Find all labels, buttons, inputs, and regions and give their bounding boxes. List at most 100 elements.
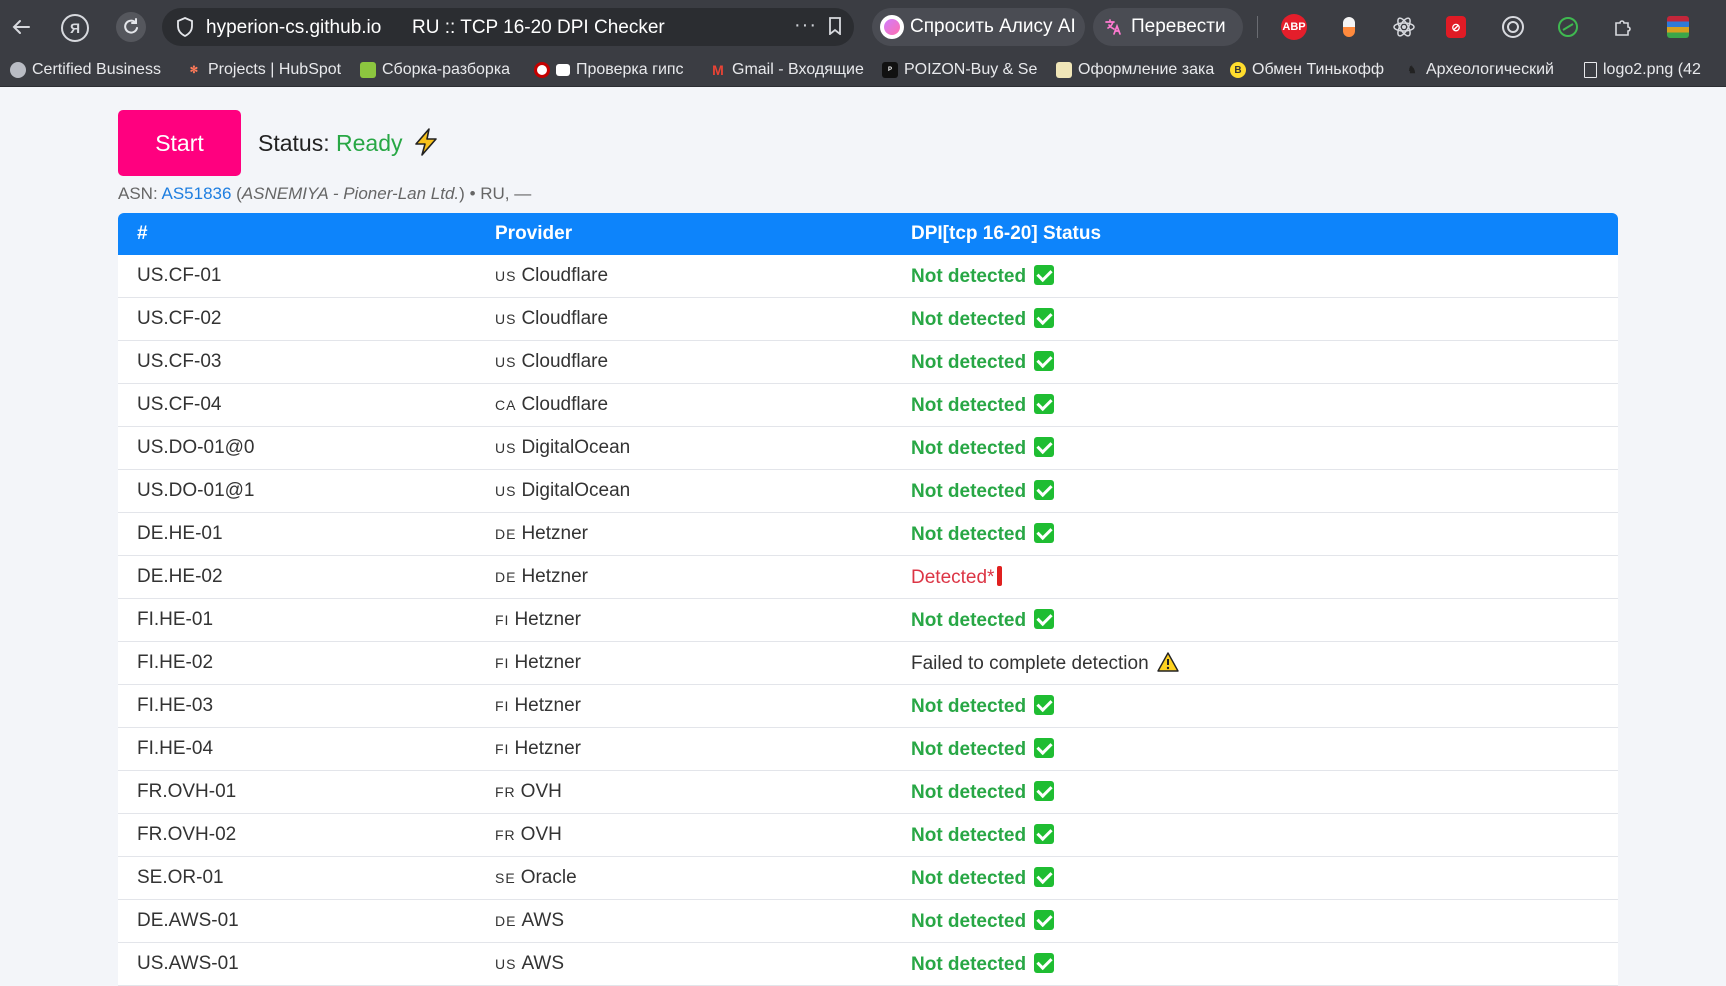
provider-name: DigitalOcean bbox=[521, 437, 631, 458]
block-extension-icon[interactable]: ⊘ bbox=[1446, 16, 1466, 38]
country-code: FI bbox=[495, 612, 510, 628]
cell-status: Not detected bbox=[892, 899, 1618, 943]
translate-label: Перевести bbox=[1131, 16, 1226, 37]
cell-provider: FR OVH bbox=[476, 770, 892, 814]
asn-link[interactable]: AS51836 bbox=[161, 184, 231, 203]
table-header-row: # Provider DPI[tcp 16-20] Status bbox=[118, 213, 1618, 255]
check-icon bbox=[1034, 264, 1055, 285]
cell-id: FI.HE-04 bbox=[118, 727, 476, 771]
bookmark-icon[interactable] bbox=[828, 17, 842, 35]
status-line: Status: Ready bbox=[258, 128, 439, 157]
react-devtools-icon[interactable] bbox=[1391, 14, 1417, 40]
cell-id: US.AWS-01 bbox=[118, 942, 476, 986]
status-text: Not detected bbox=[911, 910, 1027, 932]
cell-status: Not detected bbox=[892, 727, 1618, 771]
status-text: Not detected bbox=[911, 308, 1027, 330]
status-text: Not detected bbox=[911, 738, 1027, 760]
record-icon bbox=[534, 62, 550, 78]
bookmark-item[interactable]: P POIZON-Buy & Se bbox=[882, 58, 1038, 82]
check-icon bbox=[1034, 909, 1055, 930]
bookmark-item[interactable]: B Обмен Тинькофф bbox=[1230, 58, 1390, 82]
table-row: FI.HE-02 FI Hetzner Failed to complete dete… bbox=[118, 641, 1618, 685]
cell-id: DE.AWS-01 bbox=[118, 899, 476, 943]
cell-id: DE.HE-01 bbox=[118, 512, 476, 556]
check-icon bbox=[1034, 393, 1055, 414]
table-row: DE.AWS-01 DE AWS Not detected bbox=[118, 899, 1618, 943]
table-row: US.CF-02 US Cloudflare Not detected bbox=[118, 297, 1618, 341]
cell-id: US.CF-02 bbox=[118, 297, 476, 341]
yandex-icon[interactable]: Я bbox=[61, 14, 89, 42]
cell-provider: FI Hetzner bbox=[476, 684, 892, 728]
address-bar[interactable]: hyperion-cs.github.io RU :: TCP 16-20 DP… bbox=[162, 8, 854, 46]
cell-id: US.DO-01@1 bbox=[118, 469, 476, 513]
file-icon bbox=[1584, 62, 1597, 78]
cell-provider: DE AWS bbox=[476, 899, 892, 943]
bookmark-item[interactable]: M Gmail - Входящие bbox=[710, 58, 870, 82]
bookmark-item[interactable]: Сборка-разборка bbox=[360, 58, 520, 82]
bookmark-item[interactable]: ♞ Археологический bbox=[1404, 58, 1564, 82]
cell-status: Not detected bbox=[892, 297, 1618, 341]
bookmark-item[interactable]: Оформление зака bbox=[1056, 58, 1216, 82]
bookmark-item[interactable]: Certified Business bbox=[10, 58, 166, 82]
cell-provider: US DigitalOcean bbox=[476, 426, 892, 470]
cell-provider: FR OVH bbox=[476, 813, 892, 857]
translate-button[interactable]: Перевести bbox=[1093, 8, 1243, 46]
asn-info: ASN: AS51836 (ASNEMIYA - Pioner-Lan Ltd.… bbox=[118, 184, 532, 203]
check-icon bbox=[1034, 522, 1055, 543]
cell-status: Not detected bbox=[892, 942, 1618, 986]
results-table: # Provider DPI[tcp 16-20] Status US.CF-0… bbox=[118, 213, 1618, 986]
country-code: US bbox=[495, 956, 517, 972]
cell-id: FI.HE-03 bbox=[118, 684, 476, 728]
cell-status: Not detected bbox=[892, 469, 1618, 513]
cell-id: US.CF-04 bbox=[118, 383, 476, 427]
provider-name: AWS bbox=[521, 910, 565, 931]
table-row: DE.HE-01 DE Hetzner Not detected bbox=[118, 512, 1618, 556]
table-row: SE.OR-01 SE Oracle Not detected bbox=[118, 856, 1618, 900]
table-row: US.CF-01 US Cloudflare Not detected bbox=[118, 255, 1618, 298]
reload-icon[interactable] bbox=[116, 12, 146, 42]
order-icon bbox=[1056, 62, 1072, 78]
cell-id: FI.HE-01 bbox=[118, 598, 476, 642]
more-icon[interactable]: ··· bbox=[794, 14, 817, 37]
translate-icon bbox=[1101, 15, 1125, 39]
check-icon bbox=[1034, 737, 1055, 758]
back-arrow-icon[interactable] bbox=[6, 12, 36, 42]
check-icon bbox=[1034, 823, 1055, 844]
status-text: Not detected bbox=[911, 867, 1027, 889]
cell-status: Not detected bbox=[892, 512, 1618, 556]
country-code: US bbox=[495, 483, 517, 499]
cell-provider: FI Hetzner bbox=[476, 598, 892, 642]
vpn-extension-icon[interactable] bbox=[1555, 14, 1581, 40]
table-row: FR.OVH-01 FR OVH Not detected bbox=[118, 770, 1618, 814]
bookmark-item[interactable]: Проверка гипс bbox=[534, 58, 694, 82]
table-row: US.CF-04 CA Cloudflare Not detected bbox=[118, 383, 1618, 427]
extensions-puzzle-icon[interactable] bbox=[1610, 14, 1636, 40]
provider-name: Cloudflare bbox=[521, 265, 609, 286]
start-button[interactable]: Start bbox=[118, 110, 241, 176]
cell-status: Not detected bbox=[892, 684, 1618, 728]
status-label: Status: bbox=[258, 130, 330, 156]
provider-name: OVH bbox=[520, 824, 562, 845]
page-icon bbox=[556, 64, 570, 76]
tinkoff-icon: B bbox=[1230, 62, 1246, 78]
cell-provider: US Cloudflare bbox=[476, 297, 892, 341]
check-icon bbox=[1034, 780, 1055, 801]
address-host: hyperion-cs.github.io bbox=[206, 17, 382, 38]
folder-icon bbox=[360, 62, 376, 78]
cell-provider: US DigitalOcean bbox=[476, 469, 892, 513]
country-code: FI bbox=[495, 698, 510, 714]
target-extension-icon[interactable] bbox=[1500, 14, 1526, 40]
pill-extension-icon[interactable] bbox=[1336, 14, 1362, 40]
alice-button[interactable]: Спросить Алису AI bbox=[872, 8, 1085, 46]
poizon-icon: P bbox=[882, 62, 898, 78]
status-text: Not detected bbox=[911, 437, 1027, 459]
cell-status: Not detected bbox=[892, 340, 1618, 384]
abp-extension-icon[interactable]: ABP bbox=[1281, 14, 1307, 40]
column-header-provider: Provider bbox=[495, 223, 573, 244]
shield-icon[interactable] bbox=[176, 17, 194, 37]
bookmark-item[interactable]: ✻ Projects | HubSpot bbox=[186, 58, 342, 82]
lightning-icon bbox=[415, 128, 437, 156]
bookmark-item[interactable]: logo2.png (42 bbox=[1584, 58, 1724, 82]
archive-extension-icon[interactable] bbox=[1665, 14, 1691, 40]
cell-provider: CA Cloudflare bbox=[476, 383, 892, 427]
